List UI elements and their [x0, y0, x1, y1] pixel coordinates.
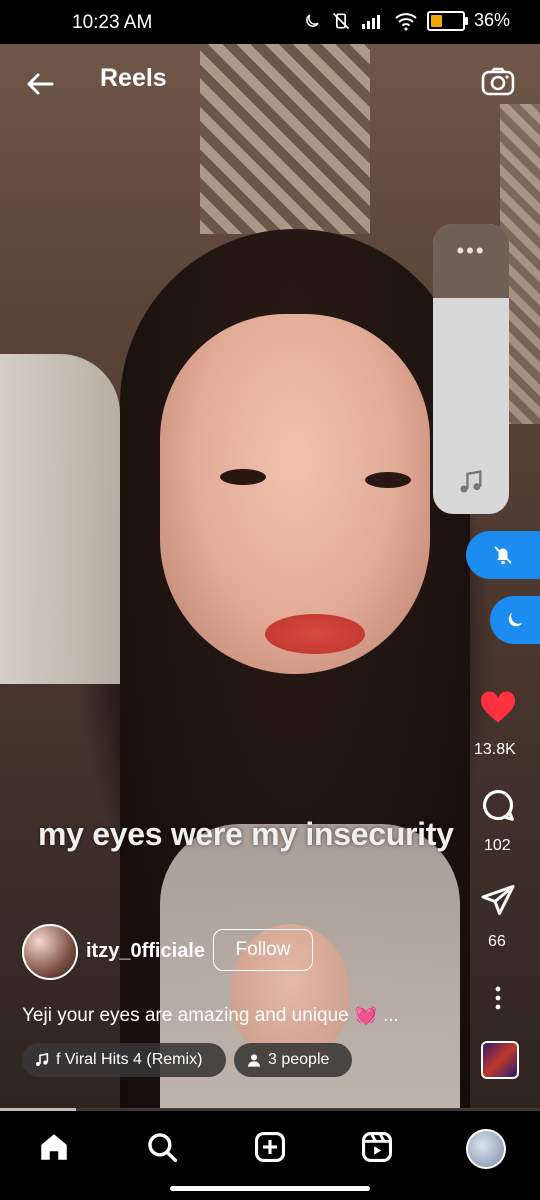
- audio-title: f Viral Hits 4 (Remix): [56, 1051, 203, 1068]
- media-volume-panel[interactable]: •••: [433, 224, 509, 514]
- nav-profile-avatar[interactable]: [466, 1129, 506, 1169]
- page-title: Reels: [100, 64, 167, 92]
- caption-emoji: 💓: [354, 1005, 378, 1026]
- audio-chip[interactable]: f Viral Hits 4 (Remix): [22, 1043, 226, 1077]
- battery-fill: [430, 14, 442, 27]
- caption[interactable]: Yeji your eyes are amazing and unique 💓 …: [22, 1003, 399, 1027]
- back-arrow-icon[interactable]: [22, 66, 58, 102]
- nav-reels[interactable]: [357, 1127, 397, 1167]
- battery-percent: 36%: [473, 10, 510, 30]
- heart-icon[interactable]: [479, 690, 517, 724]
- status-bar: 10:23 AM 36%: [0, 0, 540, 44]
- more-dots-icon[interactable]: •••: [433, 238, 509, 264]
- tagged-people-chip[interactable]: 3 people: [234, 1043, 352, 1077]
- comment-count: 102: [484, 837, 511, 854]
- moon-icon: [306, 13, 319, 27]
- nav-home[interactable]: [34, 1127, 74, 1167]
- more-vertical-icon[interactable]: [488, 984, 508, 1012]
- reels-header: Reels: [0, 58, 540, 106]
- share-count: 66: [488, 933, 506, 950]
- bell-off-icon: [494, 546, 512, 565]
- dnd-toggle[interactable]: [490, 596, 540, 644]
- moon-fill-icon: [508, 612, 523, 627]
- caption-more[interactable]: ...: [383, 1005, 399, 1026]
- home-indicator[interactable]: [170, 1186, 370, 1191]
- video-subtitle: my eyes were my insecurity: [38, 816, 454, 852]
- video-eye-left: [220, 469, 266, 485]
- wifi-icon: [395, 12, 417, 30]
- nav-create[interactable]: [250, 1127, 290, 1167]
- video-sofa: [0, 354, 120, 684]
- share-action[interactable]: [478, 882, 518, 923]
- username[interactable]: itzy_0fficiale: [86, 940, 205, 963]
- audio-thumbnail[interactable]: [481, 1041, 519, 1079]
- avatar[interactable]: [22, 924, 78, 980]
- video-eye-right: [365, 472, 411, 488]
- follow-button[interactable]: Follow: [213, 929, 313, 971]
- person-icon: [248, 1054, 260, 1067]
- reels-screen: 10:23 AM 36% Reels ••• 13.8K 102 66 my e…: [0, 0, 540, 1200]
- status-time: 10:23 AM: [72, 12, 153, 33]
- plus-square-icon: [254, 1131, 286, 1163]
- comment-action[interactable]: [478, 786, 518, 829]
- home-icon: [41, 1134, 67, 1160]
- caption-text: Yeji your eyes are amazing and unique: [22, 1005, 349, 1026]
- camera-icon[interactable]: [480, 64, 516, 100]
- search-icon: [148, 1133, 178, 1163]
- like-count: 13.8K: [474, 741, 516, 758]
- tagged-people-label: 3 people: [268, 1051, 330, 1068]
- music-note-icon[interactable]: [457, 468, 485, 496]
- status-icons: 36%: [303, 10, 510, 31]
- nav-search[interactable]: [142, 1127, 182, 1167]
- send-icon[interactable]: [479, 882, 517, 918]
- comment-icon[interactable]: [479, 786, 517, 824]
- silent-mode-toggle[interactable]: [466, 531, 540, 579]
- video-lips: [265, 614, 365, 654]
- reels-icon: [361, 1131, 393, 1163]
- signal-icon: [361, 14, 380, 29]
- vibrate-off-icon: [332, 12, 350, 29]
- music-note-icon: [36, 1053, 49, 1066]
- battery-icon: [426, 10, 468, 31]
- like-action[interactable]: [478, 690, 518, 729]
